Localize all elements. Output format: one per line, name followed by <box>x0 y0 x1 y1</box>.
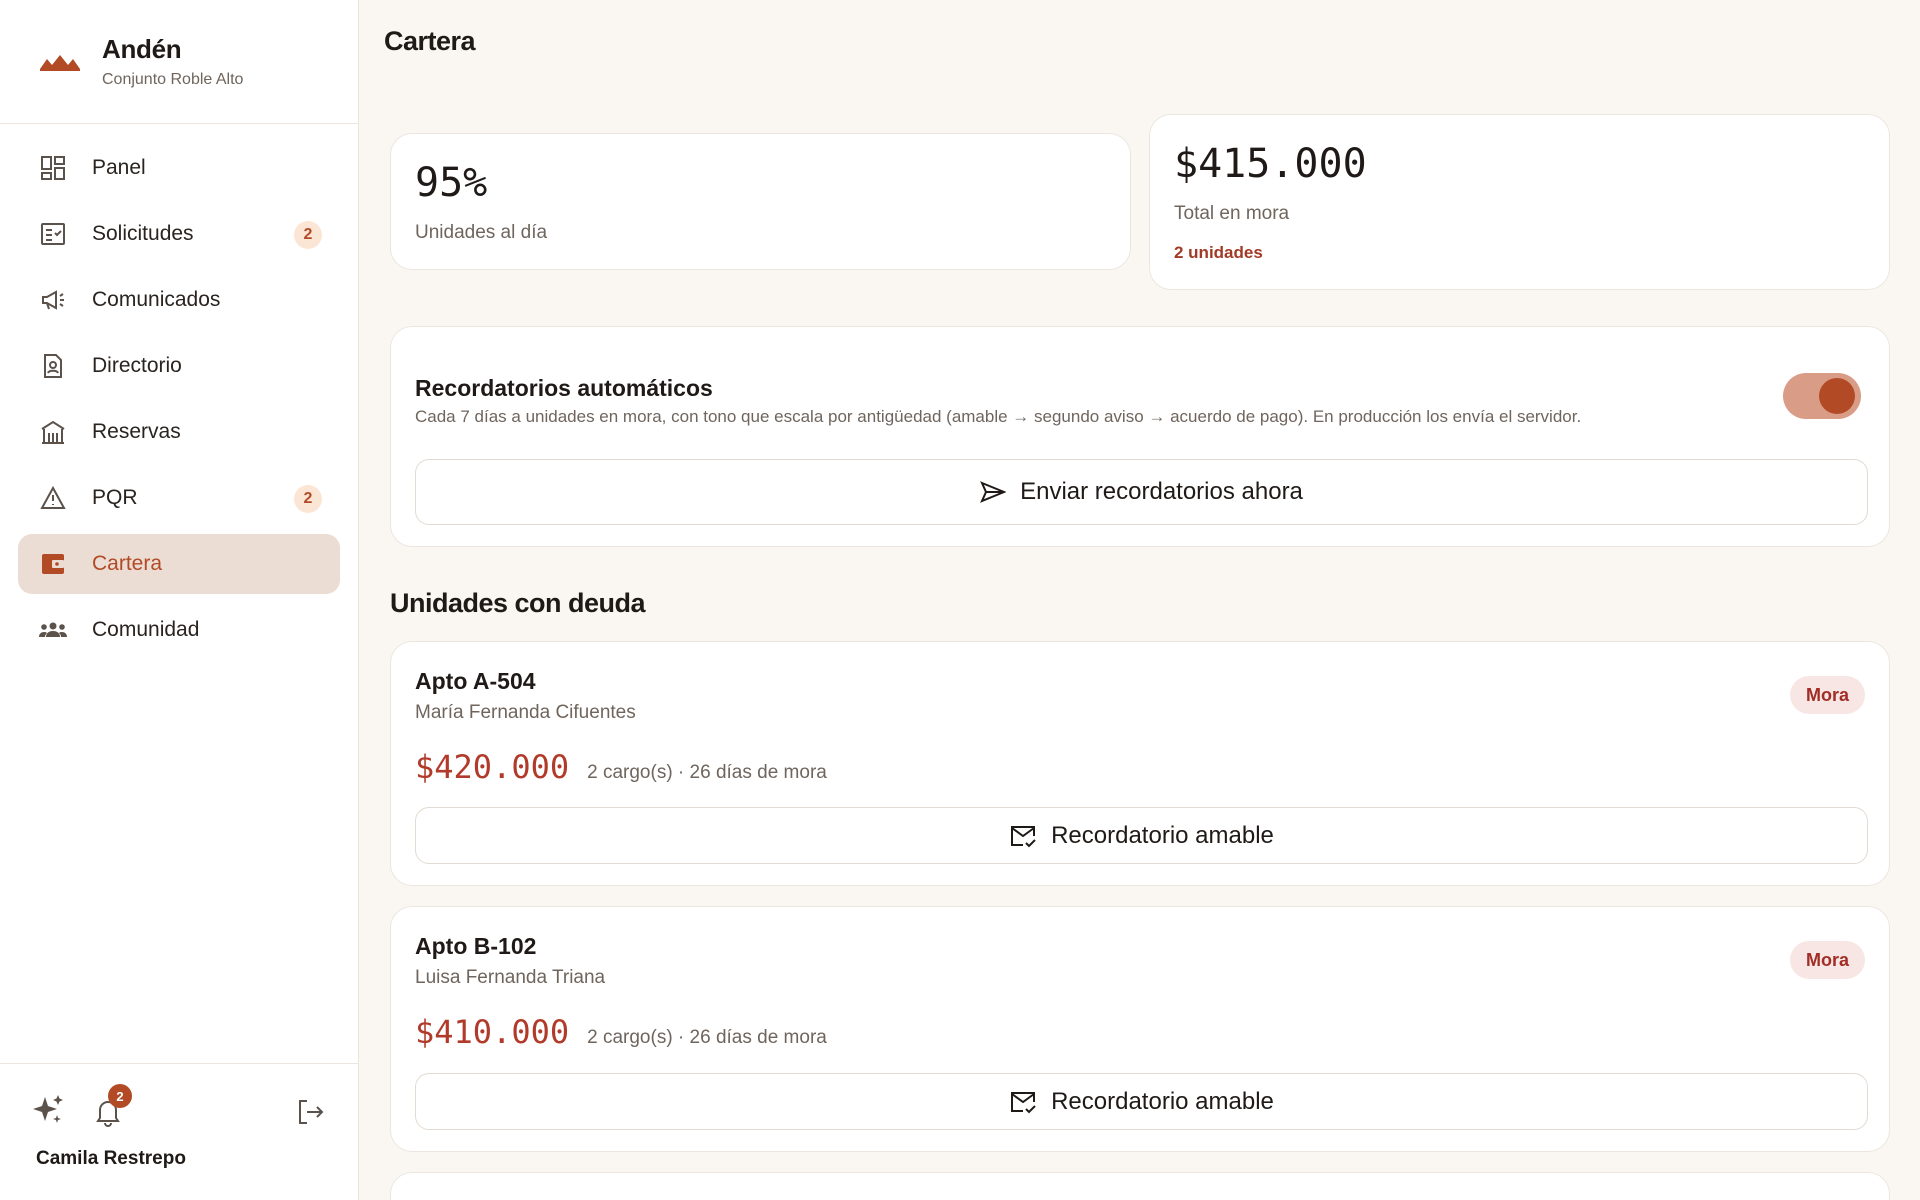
unit-owner: Luisa Fernanda Triana <box>415 967 606 988</box>
brand-subtitle: Conjunto Roble Alto <box>102 71 244 88</box>
sidebar-footer: 2 Camila Restrepo <box>0 1063 359 1200</box>
sidebar-item-panel[interactable]: Panel <box>18 138 340 198</box>
count-badge: 2 <box>294 221 322 249</box>
sidebar: Andén Conjunto Roble Alto Panel Solicitu… <box>0 0 359 1200</box>
sidebar-item-label: PQR <box>92 486 138 509</box>
stat-value: 95% <box>415 160 488 206</box>
reminders-toggle[interactable] <box>1783 373 1861 419</box>
main-content: Cartera 95% Unidades al día $415.000 Tot… <box>360 0 1920 1200</box>
megaphone-icon <box>38 285 68 315</box>
toggle-knob <box>1819 378 1855 414</box>
contact-card-icon <box>38 351 68 381</box>
button-label: Enviar recordatorios ahora <box>1020 478 1303 505</box>
people-icon <box>38 615 68 645</box>
wallet-icon <box>38 549 68 579</box>
sidebar-item-label: Cartera <box>92 552 163 575</box>
sidebar-item-label: Comunidad <box>92 618 200 641</box>
sidebar-item-label: Comunicados <box>92 288 221 311</box>
sidebar-item-label: Directorio <box>92 354 182 377</box>
unit-amount: $420.000 <box>415 748 570 786</box>
stat-label: Total en mora <box>1174 203 1290 224</box>
unit-owner: María Fernanda Cifuentes <box>415 702 636 723</box>
count-badge: 2 <box>294 485 322 513</box>
unit-meta: 2 cargo(s) · 26 días de mora <box>587 1027 827 1048</box>
stat-card-ontime: 95% Unidades al día <box>390 133 1131 270</box>
unit-name: Apto B-102 <box>415 933 537 959</box>
sidebar-item-comunidad[interactable]: Comunidad <box>18 600 340 660</box>
unit-meta: 2 cargo(s) · 26 días de mora <box>587 762 827 783</box>
mail-check-icon <box>1009 824 1037 848</box>
status-badge: Mora <box>1789 941 1865 979</box>
reminders-card: Recordatorios automáticos Cada 7 días a … <box>390 326 1890 547</box>
sidebar-item-directorio[interactable]: Directorio <box>18 336 340 396</box>
sidebar-item-solicitudes[interactable]: Solicitudes 2 <box>18 204 340 264</box>
unit-balance-row: $410.000 2 cargo(s) · 26 días de mora <box>415 1013 827 1051</box>
status-badge: Mora <box>1789 676 1865 714</box>
dashboard-icon <box>38 153 68 183</box>
notification-count-badge: 2 <box>108 1084 132 1108</box>
unit-card <box>390 1172 1890 1200</box>
brand-name: Andén <box>102 34 182 64</box>
warning-icon <box>38 483 68 513</box>
logout-icon[interactable] <box>292 1094 328 1130</box>
sparkles-icon[interactable] <box>30 1092 66 1128</box>
brand[interactable]: Andén Conjunto Roble Alto <box>0 0 358 124</box>
send-reminders-button[interactable]: Enviar recordatorios ahora <box>415 459 1868 525</box>
stat-card-overdue: $415.000 Total en mora 2 unidades <box>1149 114 1890 290</box>
section-title: Unidades con deuda <box>390 588 646 618</box>
sidebar-item-label: Solicitudes <box>92 222 194 245</box>
send-icon <box>980 480 1007 504</box>
unit-card: Apto A-504 María Fernanda Cifuentes Mora… <box>390 641 1890 886</box>
overdue-units-note: 2 unidades <box>1174 243 1263 262</box>
sidebar-item-reservas[interactable]: Reservas <box>18 402 340 462</box>
page-title: Cartera <box>384 26 476 56</box>
sidebar-item-cartera[interactable]: Cartera <box>18 534 340 594</box>
unit-card: Apto B-102 Luisa Fernanda Triana Mora $4… <box>390 906 1890 1152</box>
button-label: Recordatorio amable <box>1051 821 1274 849</box>
friendly-reminder-button[interactable]: Recordatorio amable <box>415 807 1868 864</box>
reminders-title: Recordatorios automáticos <box>415 375 713 401</box>
user-name: Camila Restrepo <box>36 1148 186 1169</box>
unit-name: Apto A-504 <box>415 668 536 694</box>
stat-value: $415.000 <box>1174 141 1367 187</box>
building-icon <box>38 417 68 447</box>
unit-balance-row: $420.000 2 cargo(s) · 26 días de mora <box>415 748 827 786</box>
checklist-icon <box>38 219 68 249</box>
sidebar-item-label: Reservas <box>92 420 181 443</box>
mail-check-icon <box>1009 1090 1037 1114</box>
friendly-reminder-button[interactable]: Recordatorio amable <box>415 1073 1868 1130</box>
sidebar-nav: Panel Solicitudes 2 Comunicados Director… <box>0 124 358 660</box>
sidebar-item-label: Panel <box>92 156 146 179</box>
button-label: Recordatorio amable <box>1051 1087 1274 1115</box>
sidebar-item-comunicados[interactable]: Comunicados <box>18 270 340 330</box>
reminders-description: Cada 7 días a unidades en mora, con tono… <box>415 407 1582 426</box>
sidebar-item-pqr[interactable]: PQR 2 <box>18 468 340 528</box>
stat-label: Unidades al día <box>415 222 548 243</box>
unit-amount: $410.000 <box>415 1013 570 1051</box>
mountain-logo-icon <box>40 54 80 71</box>
